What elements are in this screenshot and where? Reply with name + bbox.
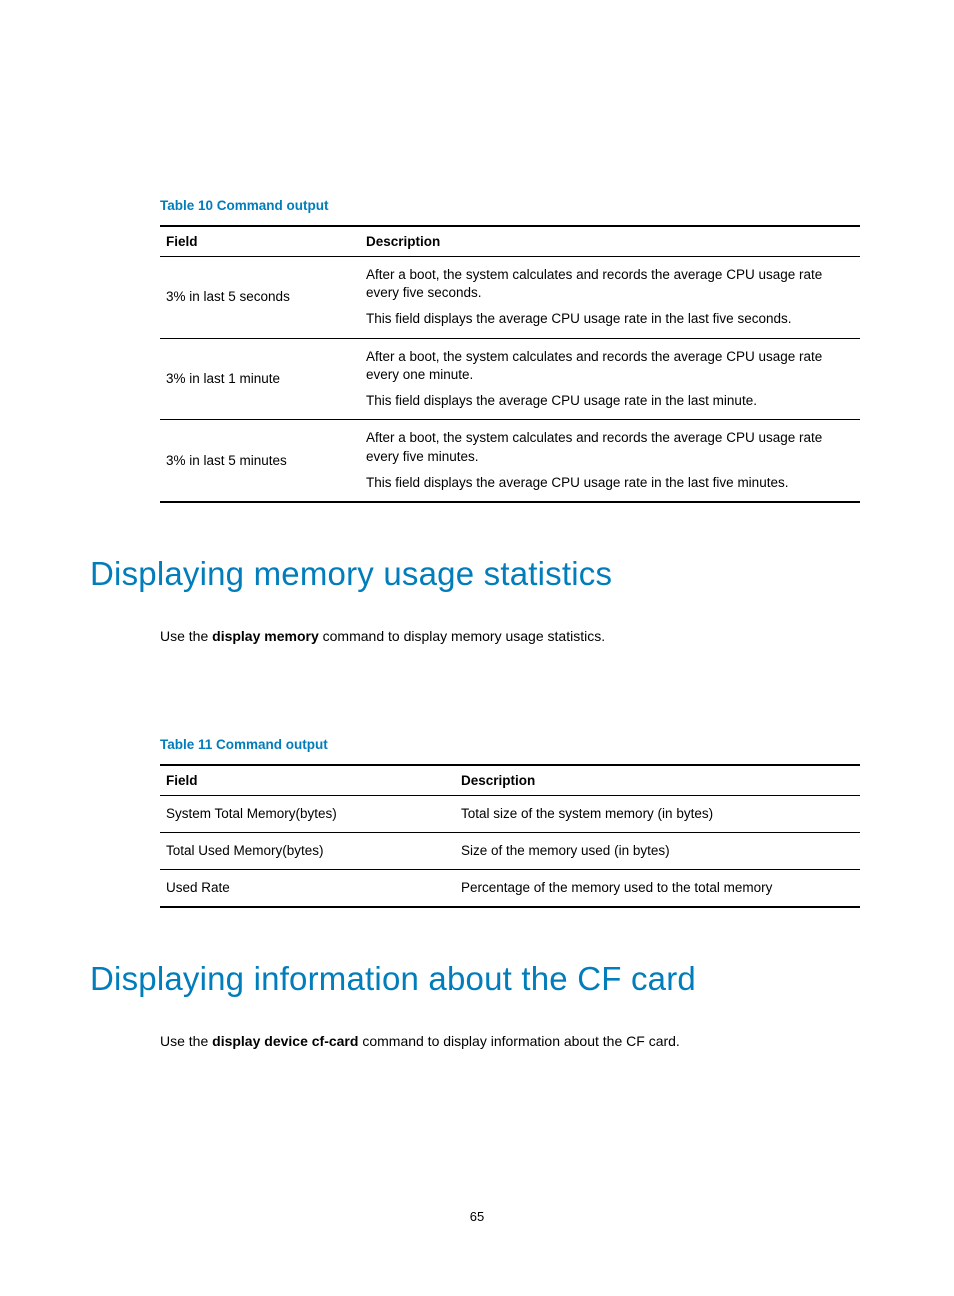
cell-field: Used Rate (160, 870, 455, 908)
table-11-caption: Table 11 Command output (160, 737, 864, 752)
table-10: Field Description 3% in last 5 seconds A… (160, 225, 860, 503)
table-row: Used Rate Percentage of the memory used … (160, 870, 860, 908)
cell-desc: After a boot, the system calculates and … (360, 338, 860, 420)
cell-desc: Percentage of the memory used to the tot… (455, 870, 860, 908)
cell-desc: Size of the memory used (in bytes) (455, 832, 860, 869)
col-field: Field (160, 765, 455, 796)
cell-desc: After a boot, the system calculates and … (360, 420, 860, 502)
page-number: 65 (0, 1209, 954, 1224)
table-row: Total Used Memory(bytes) Size of the mem… (160, 832, 860, 869)
col-description: Description (455, 765, 860, 796)
table-header-row: Field Description (160, 765, 860, 796)
cell-desc: After a boot, the system calculates and … (360, 257, 860, 339)
cell-field: System Total Memory(bytes) (160, 795, 455, 832)
col-field: Field (160, 226, 360, 257)
paragraph-cf-card: Use the display device cf-card command t… (160, 1032, 864, 1052)
table-row: 3% in last 5 seconds After a boot, the s… (160, 257, 860, 339)
cell-field: 3% in last 5 minutes (160, 420, 360, 502)
table-header-row: Field Description (160, 226, 860, 257)
table-row: 3% in last 5 minutes After a boot, the s… (160, 420, 860, 502)
cell-field: 3% in last 5 seconds (160, 257, 360, 339)
cell-field: 3% in last 1 minute (160, 338, 360, 420)
table-row: System Total Memory(bytes) Total size of… (160, 795, 860, 832)
table-10-caption: Table 10 Command output (160, 198, 864, 213)
heading-cf-card: Displaying information about the CF card (90, 960, 864, 998)
table-11: Field Description System Total Memory(by… (160, 764, 860, 909)
cell-desc: Total size of the system memory (in byte… (455, 795, 860, 832)
col-description: Description (360, 226, 860, 257)
paragraph-memory: Use the display memory command to displa… (160, 627, 864, 647)
cell-field: Total Used Memory(bytes) (160, 832, 455, 869)
table-row: 3% in last 1 minute After a boot, the sy… (160, 338, 860, 420)
heading-memory-usage: Displaying memory usage statistics (90, 555, 864, 593)
